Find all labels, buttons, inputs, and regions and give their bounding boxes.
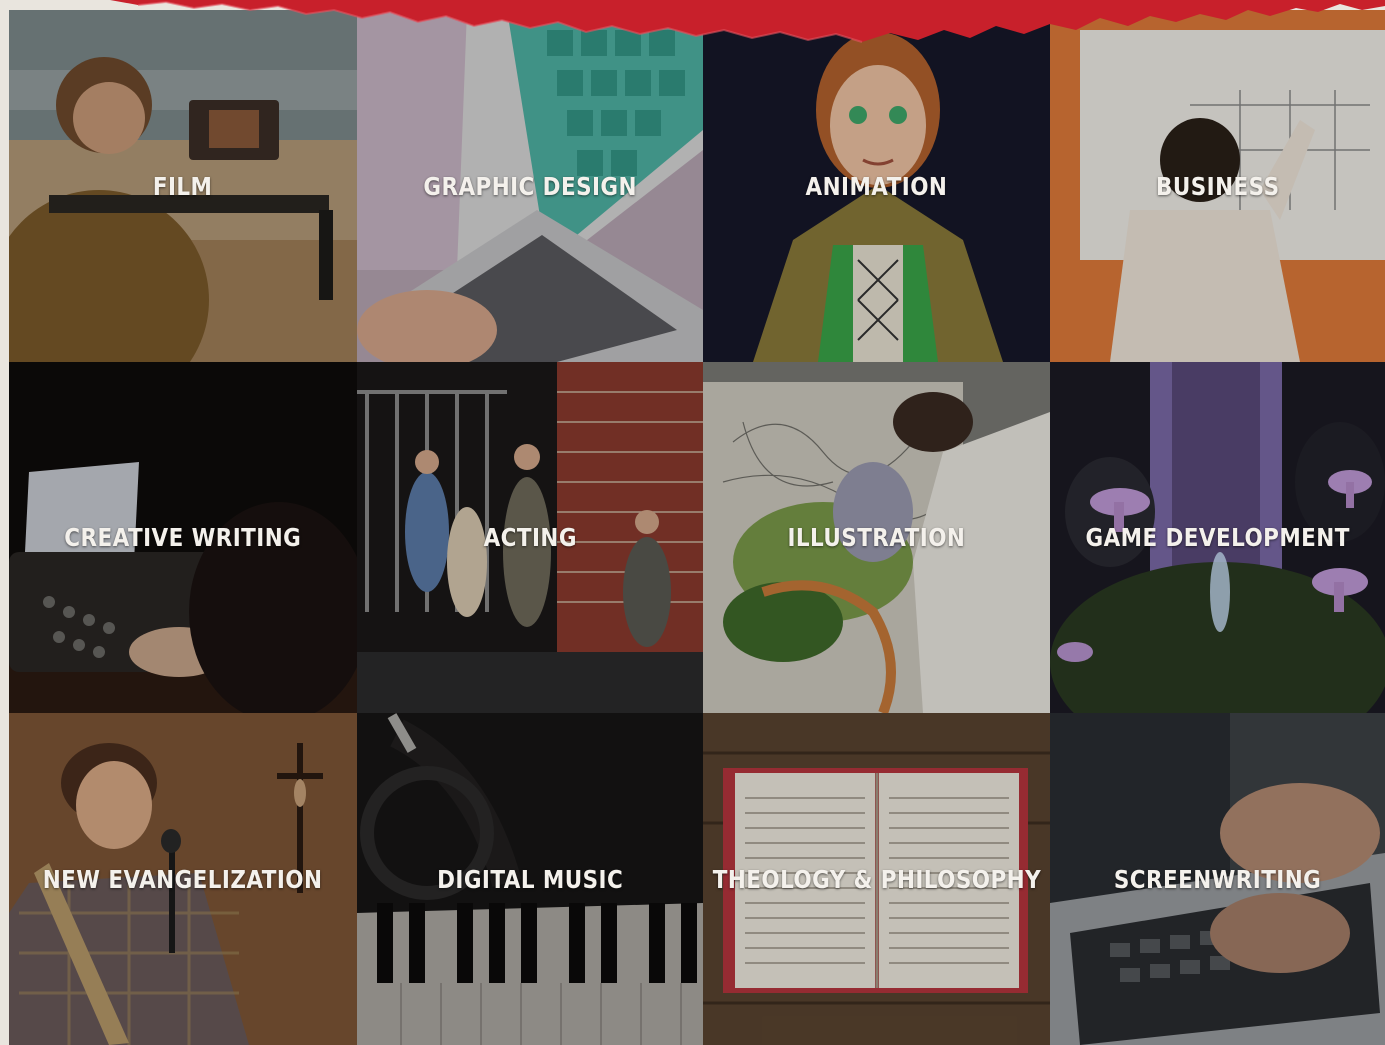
program-tile-new-evangelization[interactable]: NEW EVANGELIZATION xyxy=(9,713,357,1045)
program-tile-illustration[interactable]: ILLUSTRATION xyxy=(703,362,1050,713)
program-label-illustration: ILLUSTRATION xyxy=(787,523,966,552)
torn-red-banner xyxy=(0,0,1385,48)
program-label-creative-writing: CREATIVE WRITING xyxy=(64,523,302,552)
program-tile-graphic-design[interactable]: GRAPHIC DESIGN xyxy=(357,10,703,362)
program-label-digital-music: DIGITAL MUSIC xyxy=(436,864,624,894)
program-tile-acting[interactable]: ACTING xyxy=(357,362,703,713)
program-tile-business[interactable]: BUSINESS xyxy=(1050,10,1385,362)
program-tile-creative-writing[interactable]: CREATIVE WRITING xyxy=(9,362,357,713)
program-tile-theology-philosophy[interactable]: THEOLOGY & PHILOSOPHY xyxy=(703,713,1050,1045)
program-grid: FILM GRAPHIC DESIGN ANIMATION BUSINESS C… xyxy=(9,10,1385,1045)
program-tile-film[interactable]: FILM xyxy=(9,10,357,362)
program-tile-animation[interactable]: ANIMATION xyxy=(703,10,1050,362)
program-label-new-evangelization: NEW EVANGELIZATION xyxy=(43,864,323,894)
program-label-film: FILM xyxy=(153,171,213,201)
program-tile-screenwriting[interactable]: SCREENWRITING xyxy=(1050,713,1385,1045)
program-label-animation: ANIMATION xyxy=(805,171,948,201)
program-page: FILM GRAPHIC DESIGN ANIMATION BUSINESS C… xyxy=(0,0,1385,1045)
program-label-business: BUSINESS xyxy=(1155,171,1280,201)
program-label-screenwriting: SCREENWRITING xyxy=(1113,864,1322,894)
program-label-graphic-design: GRAPHIC DESIGN xyxy=(423,171,637,201)
program-label-game-development: GAME DEVELOPMENT xyxy=(1085,523,1350,552)
program-tile-digital-music[interactable]: DIGITAL MUSIC xyxy=(357,713,703,1045)
program-label-acting: ACTING xyxy=(483,523,577,552)
program-label-theology-philosophy: THEOLOGY & PHILOSOPHY xyxy=(712,864,1041,894)
program-tile-game-development[interactable]: GAME DEVELOPMENT xyxy=(1050,362,1385,713)
